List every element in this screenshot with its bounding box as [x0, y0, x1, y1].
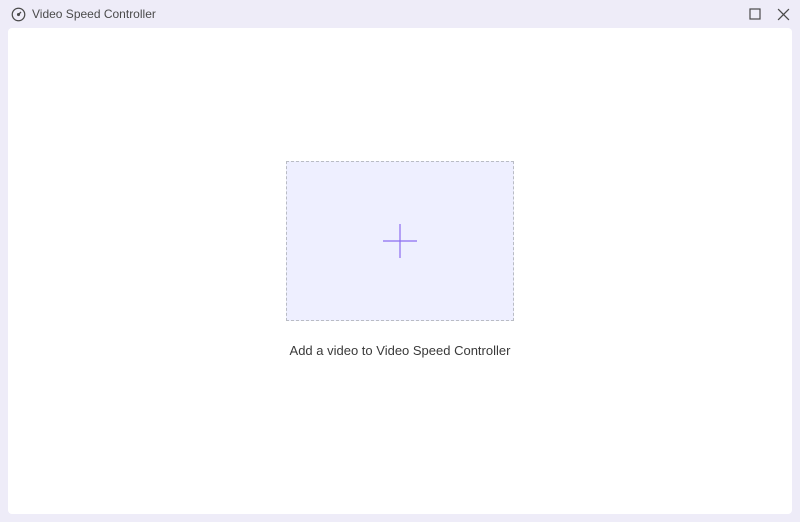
app-title: Video Speed Controller [32, 7, 156, 21]
main-panel: Add a video to Video Speed Controller [8, 28, 792, 514]
close-button[interactable] [776, 7, 790, 21]
speedometer-icon [10, 6, 26, 22]
plus-icon [377, 218, 423, 264]
window-controls [748, 7, 790, 21]
close-icon [777, 8, 790, 21]
add-video-dropzone[interactable] [286, 161, 514, 321]
maximize-button[interactable] [748, 7, 762, 21]
instruction-text: Add a video to Video Speed Controller [290, 343, 511, 358]
maximize-icon [749, 8, 761, 20]
title-left: Video Speed Controller [10, 6, 748, 22]
title-bar: Video Speed Controller [0, 0, 800, 28]
